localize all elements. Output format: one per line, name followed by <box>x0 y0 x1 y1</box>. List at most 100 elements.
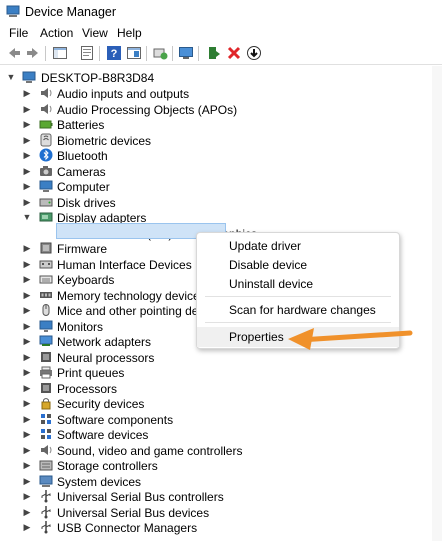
tree-root[interactable]: ▼ DESKTOP-B8R3D84 <box>0 70 420 85</box>
vertical-scrollbar[interactable] <box>432 66 442 541</box>
chevron-right-icon[interactable]: ▶ <box>22 273 32 285</box>
chevron-down-icon[interactable]: ▼ <box>22 211 32 223</box>
usb-icon <box>41 505 51 518</box>
chevron-right-icon[interactable]: ▶ <box>22 335 32 347</box>
tree-category-item[interactable]: ▶ Disk drives <box>0 195 420 210</box>
speaker-icon <box>41 444 52 455</box>
biometric-icon <box>40 133 52 146</box>
battery-icon <box>39 120 53 129</box>
tree-category-item[interactable]: ▶ Biometric devices <box>0 133 420 148</box>
scan-hardware-icon[interactable] <box>152 45 168 61</box>
computer-icon <box>39 180 53 192</box>
update-driver-icon[interactable] <box>246 45 262 61</box>
show-hide-console-tree-icon[interactable] <box>52 45 68 61</box>
tree-item-label: Audio inputs and outputs <box>57 87 190 101</box>
tree-category-item[interactable]: ▶ Sound, video and game controllers <box>0 443 420 458</box>
tree-category-item[interactable]: ▶ Storage controllers <box>0 458 420 473</box>
uninstall-icon[interactable] <box>226 45 242 61</box>
chevron-right-icon[interactable]: ▶ <box>22 459 32 471</box>
tree-item-label: Memory technology devices <box>57 288 206 303</box>
chevron-right-icon[interactable]: ▶ <box>22 490 32 502</box>
chevron-right-icon[interactable]: ▶ <box>22 149 32 161</box>
mouse-icon <box>42 304 50 316</box>
menu-view[interactable]: View <box>82 26 108 40</box>
tree-category-item[interactable]: ▶ Security devices <box>0 396 420 411</box>
forward-icon[interactable] <box>25 45 41 61</box>
tree-category-item[interactable]: ▶ Processors <box>0 381 420 396</box>
display-adapter-icon <box>39 212 53 222</box>
tree-category-item[interactable]: ▶ Bluetooth <box>0 148 420 163</box>
chevron-right-icon[interactable]: ▶ <box>22 118 32 130</box>
view-icon[interactable] <box>126 45 142 61</box>
chevron-right-icon[interactable]: ▶ <box>22 397 32 409</box>
chevron-right-icon[interactable]: ▶ <box>22 444 32 456</box>
tree-item-label: Audio Processing Objects (APOs) <box>57 102 238 117</box>
toolbar-separator <box>146 46 147 61</box>
tree-category-item[interactable]: ▶ USB Connector Managers <box>0 520 420 535</box>
menu-action[interactable]: Action <box>40 26 73 40</box>
toolbar: ? <box>0 42 442 65</box>
chevron-right-icon[interactable]: ▶ <box>22 351 32 363</box>
chevron-right-icon[interactable]: ▶ <box>22 475 32 487</box>
back-icon[interactable] <box>6 45 22 61</box>
chevron-right-icon[interactable]: ▶ <box>22 428 32 440</box>
hid-icon <box>39 260 53 268</box>
menu-item-disable-device[interactable]: Disable device <box>197 255 399 275</box>
menu-item-update-driver[interactable]: Update driver <box>197 236 399 256</box>
menu-item-uninstall-device[interactable]: Uninstall device <box>197 274 399 294</box>
tree-item-label: Universal Serial Bus devices <box>57 505 210 520</box>
chevron-right-icon[interactable]: ▶ <box>22 289 32 301</box>
tree-category-item[interactable]: ▶ Software components <box>0 412 420 427</box>
tree-item-label: Monitors <box>57 319 104 334</box>
tree-category-item[interactable]: ▶ Software devices <box>0 427 420 442</box>
chevron-right-icon[interactable]: ▶ <box>22 366 32 378</box>
component-icon <box>41 413 51 424</box>
tree-item-label: Keyboards <box>57 273 115 287</box>
window-title: Device Manager <box>25 5 117 19</box>
tree-category-item[interactable]: ▶ Universal Serial Bus controllers <box>0 489 420 504</box>
tree-item-label: Firmware <box>57 242 107 256</box>
properties-icon[interactable] <box>79 45 95 61</box>
chevron-down-icon[interactable]: ▼ <box>6 71 16 83</box>
menu-item-scan-hardware[interactable]: Scan for hardware changes <box>197 300 399 320</box>
tree-item-label: Software components <box>57 412 174 427</box>
chevron-right-icon[interactable]: ▶ <box>22 413 32 425</box>
memory-icon <box>40 291 52 298</box>
tree-item-label: Processors <box>57 381 118 396</box>
tree-category-item[interactable]: ▶ Universal Serial Bus devices <box>0 505 420 520</box>
tree-category-item[interactable]: ▶ Batteries <box>0 117 420 132</box>
chevron-right-icon[interactable]: ▶ <box>22 320 32 332</box>
chevron-right-icon[interactable]: ▶ <box>22 165 32 177</box>
chevron-right-icon[interactable]: ▶ <box>22 134 32 146</box>
tree-category-item[interactable]: ▶ Print queues <box>0 365 420 380</box>
tree-category-item[interactable]: ▶ System devices <box>0 474 420 489</box>
chevron-right-icon[interactable]: ▶ <box>22 304 32 316</box>
tree-category-item[interactable]: ▶ Cameras <box>0 164 420 179</box>
tree-item-label: Human Interface Devices <box>57 257 192 272</box>
tree-category-item[interactable]: ▶ Audio inputs and outputs <box>0 86 420 101</box>
tree-root-label: DESKTOP-B8R3D84 <box>41 71 155 85</box>
chevron-right-icon[interactable]: ▶ <box>22 521 32 533</box>
help-icon[interactable]: ? <box>106 45 122 61</box>
network-icon <box>39 335 53 346</box>
chevron-right-icon[interactable]: ▶ <box>22 196 32 208</box>
processor-icon <box>41 382 51 393</box>
menu-item-label: Scan for hardware changes <box>229 303 376 317</box>
disk-icon <box>39 198 53 206</box>
chevron-right-icon[interactable]: ▶ <box>22 382 32 394</box>
chevron-right-icon[interactable]: ▶ <box>22 258 32 270</box>
tree-item-label: Bluetooth <box>57 149 108 163</box>
menu-file[interactable]: File <box>9 26 28 40</box>
display-device-icon[interactable] <box>178 45 194 61</box>
tree-category-item[interactable]: ▶ Computer <box>0 179 420 194</box>
add-driver-icon[interactable] <box>206 45 222 61</box>
chevron-right-icon[interactable]: ▶ <box>22 506 32 518</box>
chevron-right-icon[interactable]: ▶ <box>22 87 32 99</box>
chevron-right-icon[interactable]: ▶ <box>22 180 32 192</box>
chevron-right-icon[interactable]: ▶ <box>22 242 32 254</box>
menu-help[interactable]: Help <box>117 26 142 40</box>
tree-category-item[interactable]: ▶ Audio Processing Objects (APOs) <box>0 102 420 117</box>
tree-item-label: Print queues <box>57 366 125 380</box>
chevron-right-icon[interactable]: ▶ <box>22 103 32 115</box>
tree-item-label: Security devices <box>57 397 145 411</box>
